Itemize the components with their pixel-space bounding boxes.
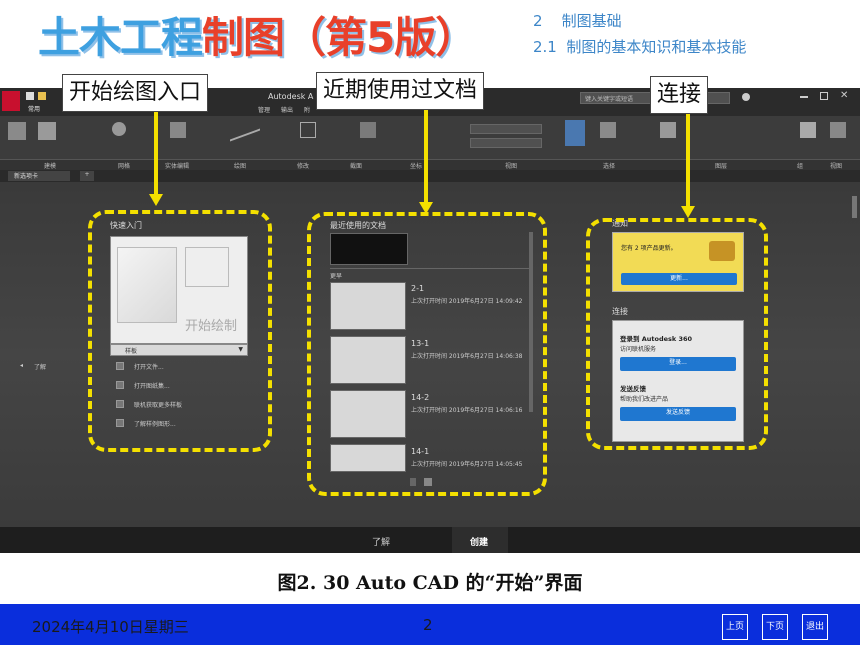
move-icon[interactable] — [300, 122, 316, 138]
tab-manage[interactable]: 管理 — [258, 105, 270, 114]
tab-output[interactable]: 输出 — [281, 105, 293, 114]
document-tab-bar: 新选项卡 + — [0, 170, 860, 182]
section-plane-icon[interactable] — [360, 122, 376, 138]
bottom-tab-learn[interactable]: 了解 — [372, 535, 390, 548]
layer-properties-icon[interactable] — [660, 122, 676, 138]
view-icon[interactable] — [830, 122, 846, 138]
mesh-icon[interactable] — [112, 122, 126, 136]
group-modeling[interactable]: 建模 — [44, 161, 56, 170]
title-part-3: （第5版） — [284, 13, 477, 62]
arrow-recent-shaft — [424, 108, 428, 202]
ribbon-group-labels: 建模 网格 实体编辑 绘图 修改 截面 坐标 视图 选择 图层 组 视图 — [0, 160, 860, 170]
exit-button[interactable]: 退出 — [802, 614, 828, 640]
close-icon[interactable]: ✕ — [840, 90, 848, 101]
group-solid-edit[interactable]: 实体编辑 — [165, 161, 189, 170]
learn-arrow-icon[interactable]: ◂ — [20, 362, 23, 369]
tab-new-tab[interactable]: 新选项卡 — [8, 171, 70, 181]
callout-recent: 近期使用过文档 — [316, 72, 485, 110]
group-coordinates[interactable]: 坐标 — [410, 161, 422, 170]
chapter-number: 2 — [533, 12, 543, 30]
autocad-logo-icon[interactable] — [2, 91, 20, 111]
figure-caption: 图2. 30 Auto CAD 的“开始”界面 — [277, 572, 583, 594]
section-title: 制图的基本知识和基本技能 — [566, 38, 747, 56]
chapter-title: 制图基础 — [561, 12, 622, 30]
open-icon[interactable] — [38, 92, 46, 100]
search-placeholder: 键入关键字或短语 — [585, 96, 634, 103]
window-title: Autodesk A — [268, 92, 314, 101]
footer-page-number: 2 — [423, 616, 433, 634]
arrow-start-head — [149, 194, 163, 206]
group-section[interactable]: 截面 — [350, 161, 362, 170]
next-page-button[interactable]: 下页 — [762, 614, 788, 640]
left-learn-link[interactable]: 了解 — [34, 362, 46, 371]
view-dropdown[interactable] — [470, 124, 542, 134]
arrow-start-shaft — [154, 110, 158, 194]
visual-style-dropdown[interactable] — [470, 138, 542, 148]
maximize-icon[interactable] — [820, 92, 828, 100]
ribbon-panel — [0, 116, 860, 160]
footer-bar: 2024年4月10日星期三 2 上页 下页 退出 — [0, 604, 860, 645]
title-part-2: 制图 — [202, 13, 285, 62]
culling-icon[interactable] — [600, 122, 616, 138]
section-line: 2.1 制图的基本知识和基本技能 — [533, 36, 746, 57]
group-draw[interactable]: 绘图 — [234, 161, 246, 170]
group-selection[interactable]: 选择 — [603, 161, 615, 170]
group-view-2[interactable]: 视图 — [830, 161, 842, 170]
autocad-screenshot: 常用 Autodesk A 管理 输出 附 键入关键字或短语 ✕ 建模 网格 实… — [0, 88, 860, 553]
group-layers[interactable]: 图层 — [715, 161, 727, 170]
group-modify[interactable]: 修改 — [297, 161, 309, 170]
group-groups[interactable]: 组 — [797, 161, 803, 170]
chapter-line: 2 制图基础 — [533, 10, 622, 31]
arrow-connect-shaft — [686, 112, 690, 206]
highlight-recent-docs — [307, 212, 547, 496]
group-mesh[interactable]: 网格 — [118, 161, 130, 170]
help-icon[interactable] — [742, 93, 750, 101]
solid-edit-icon[interactable] — [170, 122, 186, 138]
arrow-recent-head — [419, 202, 433, 214]
callout-connect: 连接 — [650, 76, 709, 114]
line-icon[interactable] — [230, 118, 260, 142]
slide-title: 土木工程制图（第5版） — [38, 4, 477, 65]
bottom-tab-create[interactable]: 创建 — [470, 535, 488, 548]
minimize-icon[interactable] — [800, 96, 808, 98]
callout-start: 开始绘图入口 — [62, 74, 209, 112]
arrow-connect-head — [681, 206, 695, 218]
group-view[interactable]: 视图 — [505, 161, 517, 170]
selection-cycling-icon[interactable] — [565, 120, 585, 146]
title-part-1: 土木工程 — [38, 13, 203, 62]
section-number: 2.1 — [533, 38, 557, 56]
new-icon[interactable] — [26, 92, 34, 100]
tab-home[interactable]: 常用 — [28, 104, 40, 113]
add-tab-button[interactable]: + — [80, 171, 94, 181]
footer-date: 2024年4月10日星期三 — [32, 618, 189, 636]
bottom-tab-bar: 了解 创建 — [0, 527, 860, 553]
group-icon[interactable] — [800, 122, 816, 138]
highlight-quick-start — [88, 210, 272, 452]
extrude-icon[interactable] — [38, 122, 56, 140]
box-icon[interactable] — [8, 122, 26, 140]
prev-page-button[interactable]: 上页 — [722, 614, 748, 640]
highlight-connect — [586, 218, 768, 450]
page-scrollbar[interactable] — [852, 196, 857, 218]
tab-addins[interactable]: 附 — [304, 105, 310, 114]
